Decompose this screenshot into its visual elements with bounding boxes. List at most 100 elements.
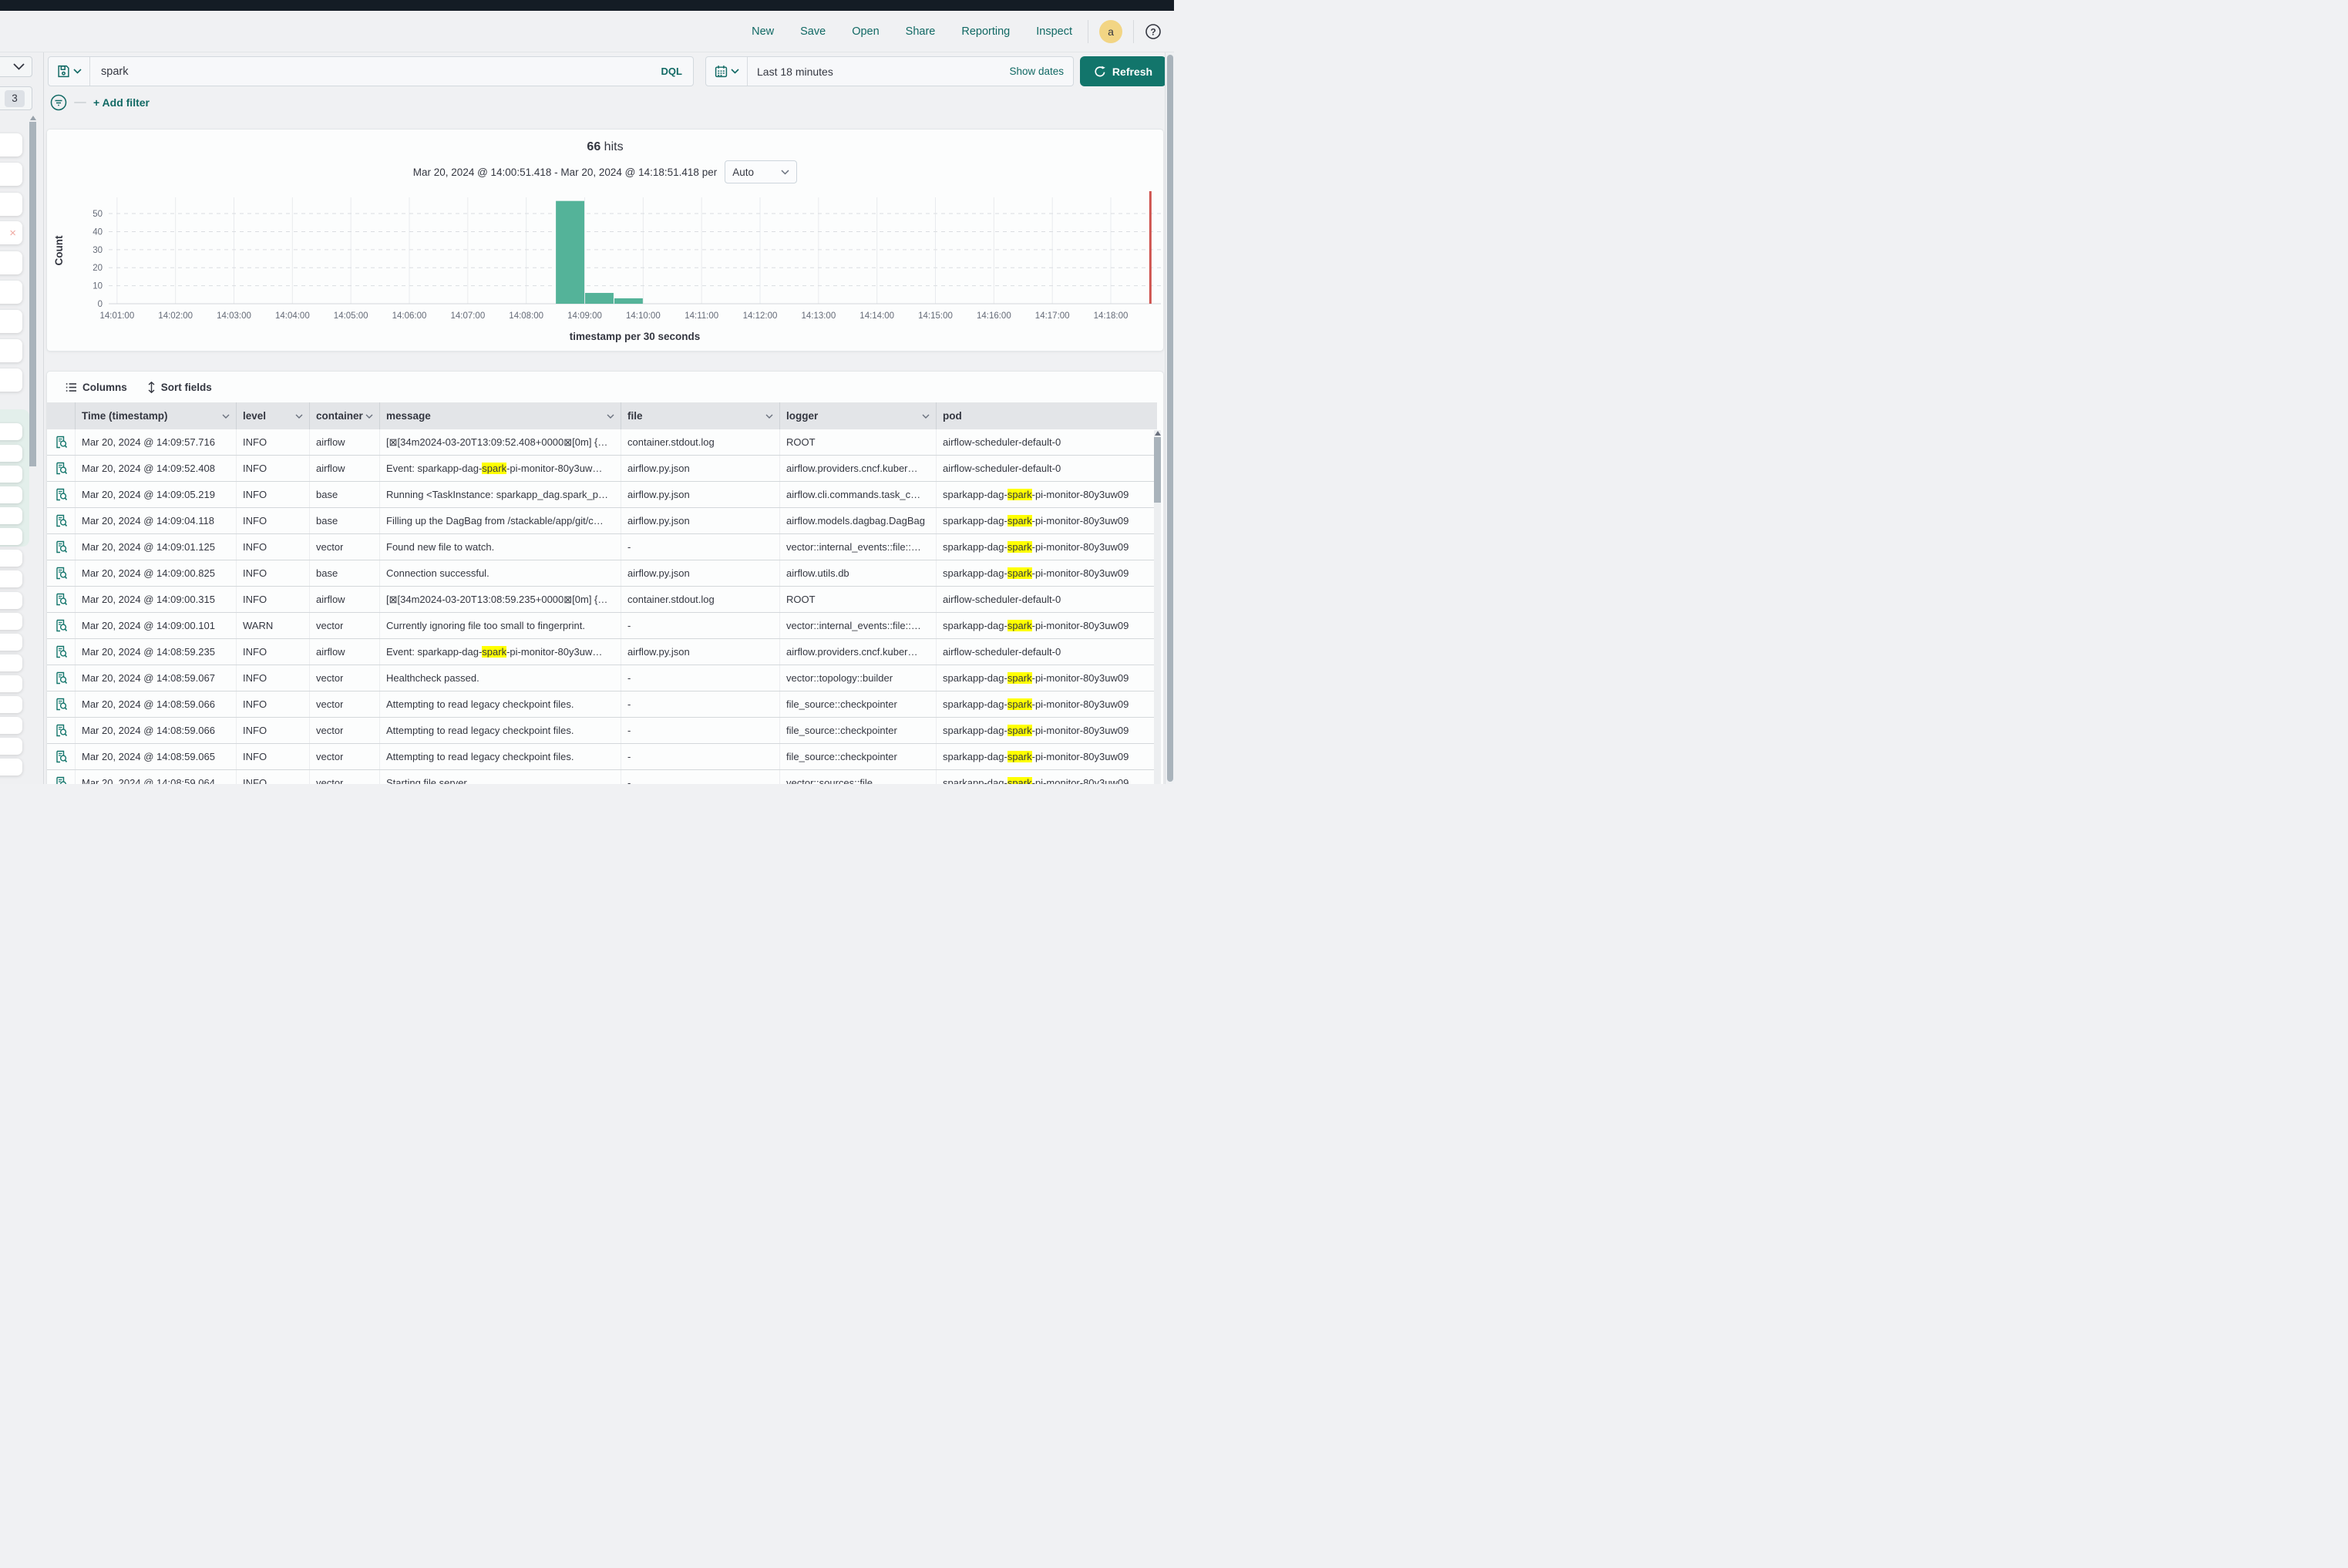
inspect-document-icon [55, 567, 68, 580]
interval-select[interactable]: Auto [725, 160, 797, 183]
column-header-message[interactable]: message [380, 402, 621, 429]
help-button[interactable]: ? [1143, 22, 1163, 42]
sidebar-field-button[interactable] [0, 281, 22, 304]
sidebar-field-button[interactable] [0, 592, 22, 609]
show-dates-button[interactable]: Show dates [1009, 66, 1064, 77]
sidebar-field-button[interactable] [0, 759, 22, 776]
sidebar-field-button[interactable] [0, 445, 22, 462]
table-scrollbar-thumb[interactable] [1154, 437, 1161, 503]
expand-document-button[interactable] [47, 718, 76, 743]
expand-document-button[interactable] [47, 508, 76, 533]
column-header-container[interactable]: container [310, 402, 380, 429]
sidebar-field-button[interactable] [0, 133, 22, 156]
selected-fields-count[interactable]: 3 [0, 86, 32, 110]
columns-button[interactable]: Columns [66, 382, 127, 393]
time-range-button[interactable]: Last 18 minutes Show dates [748, 57, 1073, 86]
sidebar-field-button[interactable] [0, 528, 22, 545]
top-nav-item-reporting[interactable]: Reporting [961, 25, 1010, 38]
table-toolbar: Columns Sort fields [47, 372, 1163, 402]
sidebar-field-button[interactable] [0, 310, 22, 333]
sidebar-field-button[interactable] [0, 251, 22, 274]
container-cell: base [310, 482, 380, 507]
expand-document-button[interactable] [47, 429, 76, 455]
sidebar-field-button[interactable] [0, 634, 22, 651]
column-header-pod[interactable]: pod [937, 402, 1157, 429]
chevron-down-icon[interactable] [295, 414, 303, 419]
expand-document-button[interactable] [47, 482, 76, 507]
remove-field-icon[interactable]: × [9, 227, 16, 239]
sidebar-field-button[interactable] [0, 717, 22, 734]
time-cell: Mar 20, 2024 @ 14:08:59.066 [76, 718, 237, 743]
column-header-level[interactable]: level [237, 402, 310, 429]
sidebar-field-button[interactable] [0, 696, 22, 713]
histogram-bar[interactable] [585, 293, 614, 304]
pod-cell: airflow-scheduler-default-0 [937, 587, 1157, 612]
expand-document-button[interactable] [47, 744, 76, 769]
chevron-down-icon[interactable] [607, 414, 614, 419]
sidebar-scrollbar[interactable] [29, 122, 36, 466]
chevron-down-icon[interactable] [765, 414, 773, 419]
histogram-chart[interactable]: 14:01:0014:02:0014:03:0014:04:0014:05:00… [47, 187, 1165, 345]
sidebar-field-button[interactable] [0, 613, 22, 630]
table-scrollbar[interactable] [1154, 430, 1161, 784]
sidebar-field-button[interactable] [0, 675, 22, 692]
sidebar-field-button[interactable] [0, 507, 22, 524]
top-nav-item-save[interactable]: Save [800, 25, 826, 38]
top-nav-item-open[interactable]: Open [852, 25, 879, 38]
top-nav-item-share[interactable]: Share [906, 25, 936, 38]
chevron-down-icon[interactable] [922, 414, 930, 419]
top-nav-item-new[interactable]: New [752, 25, 774, 38]
sidebar-field-button[interactable] [0, 423, 22, 440]
sidebar-field-button[interactable] [0, 368, 22, 392]
expand-document-button[interactable] [47, 534, 76, 560]
column-header-logger[interactable]: logger [780, 402, 937, 429]
histogram-bar[interactable] [614, 298, 643, 304]
sidebar-field-button[interactable] [0, 466, 22, 483]
expand-document-button[interactable] [47, 770, 76, 784]
expand-document-button[interactable] [47, 560, 76, 586]
expand-document-button[interactable] [47, 691, 76, 717]
sidebar-field-button[interactable] [0, 193, 22, 216]
expand-document-button[interactable] [47, 639, 76, 665]
expand-document-button[interactable] [47, 456, 76, 481]
sidebar-field-button[interactable] [0, 654, 22, 671]
file-cell: - [621, 534, 780, 560]
message-cell-text: Attempting to read legacy checkpoint fil… [386, 751, 574, 762]
sidebar-field-button[interactable] [0, 486, 22, 503]
chevron-down-icon[interactable] [222, 414, 230, 419]
column-header-file[interactable]: file [621, 402, 780, 429]
sidebar-field-button[interactable] [0, 550, 22, 567]
add-filter-button[interactable]: + Add filter [93, 96, 150, 109]
expand-document-button[interactable] [47, 613, 76, 638]
sidebar-collapse-button[interactable] [0, 56, 32, 77]
container-cell: base [310, 508, 380, 533]
nav-divider [1133, 20, 1134, 43]
filter-icon[interactable] [50, 94, 67, 111]
sidebar-scroll-up-arrow[interactable] [30, 116, 36, 120]
message-cell-text: [⊠[34m2024-03-20T13:09:52.408+0000⊠[0m] … [386, 436, 614, 449]
pod-cell: airflow-scheduler-default-0 [937, 429, 1157, 455]
top-nav-item-inspect[interactable]: Inspect [1036, 25, 1072, 38]
expand-document-button[interactable] [47, 665, 76, 691]
chevron-down-icon[interactable] [365, 414, 373, 419]
expand-document-button[interactable] [47, 587, 76, 612]
inspect-document-icon [55, 671, 68, 685]
sort-fields-button[interactable]: Sort fields [147, 382, 212, 393]
sidebar-field-button[interactable] [0, 570, 22, 587]
sidebar-field-button[interactable] [0, 163, 22, 186]
sidebar-field-button[interactable] [0, 738, 22, 755]
column-header-time[interactable]: Time (timestamp) [76, 402, 237, 429]
avatar[interactable]: a [1099, 20, 1122, 43]
refresh-button[interactable]: Refresh [1080, 56, 1166, 86]
quick-select-menu-button[interactable] [706, 57, 748, 86]
sidebar-field-button[interactable] [0, 339, 22, 362]
search-highlight: spark [1007, 541, 1032, 553]
search-input[interactable]: spark DQL [90, 57, 693, 86]
saved-query-menu-button[interactable] [49, 57, 90, 86]
sidebar-field-button[interactable]: × [0, 221, 22, 244]
page-scrollbar[interactable] [1165, 52, 1174, 784]
query-language-button[interactable]: DQL [661, 66, 682, 77]
table-scroll-up-arrow[interactable] [1155, 431, 1161, 436]
histogram-bar[interactable] [556, 201, 584, 304]
page-scrollbar-thumb[interactable] [1167, 55, 1173, 782]
